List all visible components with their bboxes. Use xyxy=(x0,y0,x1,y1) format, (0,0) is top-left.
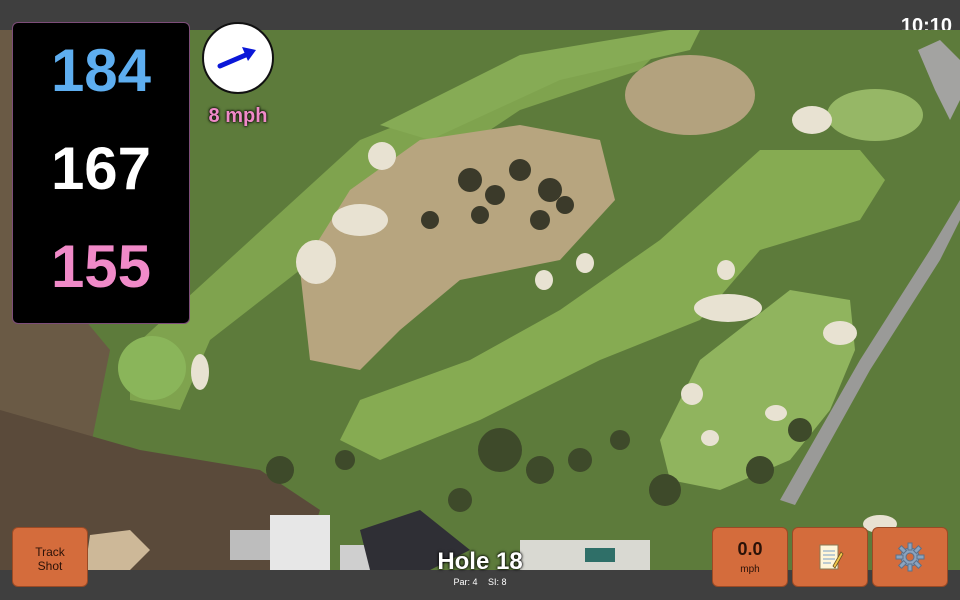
distance-panel: 184 167 155 xyxy=(12,22,190,324)
track-shot-label-line2: Shot xyxy=(37,559,63,573)
gear-icon xyxy=(895,542,925,572)
hole-meta: Par: 4 SI: 8 xyxy=(400,576,560,588)
middle-distance: 167 xyxy=(50,135,152,202)
hole-title: Hole 18 xyxy=(437,548,523,575)
track-shot-button[interactable]: Track Shot xyxy=(12,527,88,587)
mph-unit: mph xyxy=(740,564,760,575)
par-label: Par: 4 xyxy=(453,577,478,587)
track-shot-label-line1: Track xyxy=(35,545,65,559)
wind-direction-dial xyxy=(202,22,274,94)
stroke-index-label: SI: 8 xyxy=(488,577,507,587)
settings-button[interactable] xyxy=(872,527,948,587)
wind-arrow-icon xyxy=(217,47,256,69)
notes-button[interactable] xyxy=(792,527,868,587)
mph-value: 0.0 xyxy=(737,539,763,559)
wind-speed-button[interactable]: 0.0 mph xyxy=(712,527,788,587)
wind-speed: 8 mph xyxy=(208,105,268,127)
notepad-icon xyxy=(819,544,844,570)
front-distance: 155 xyxy=(50,233,152,300)
back-distance: 184 xyxy=(50,37,152,104)
